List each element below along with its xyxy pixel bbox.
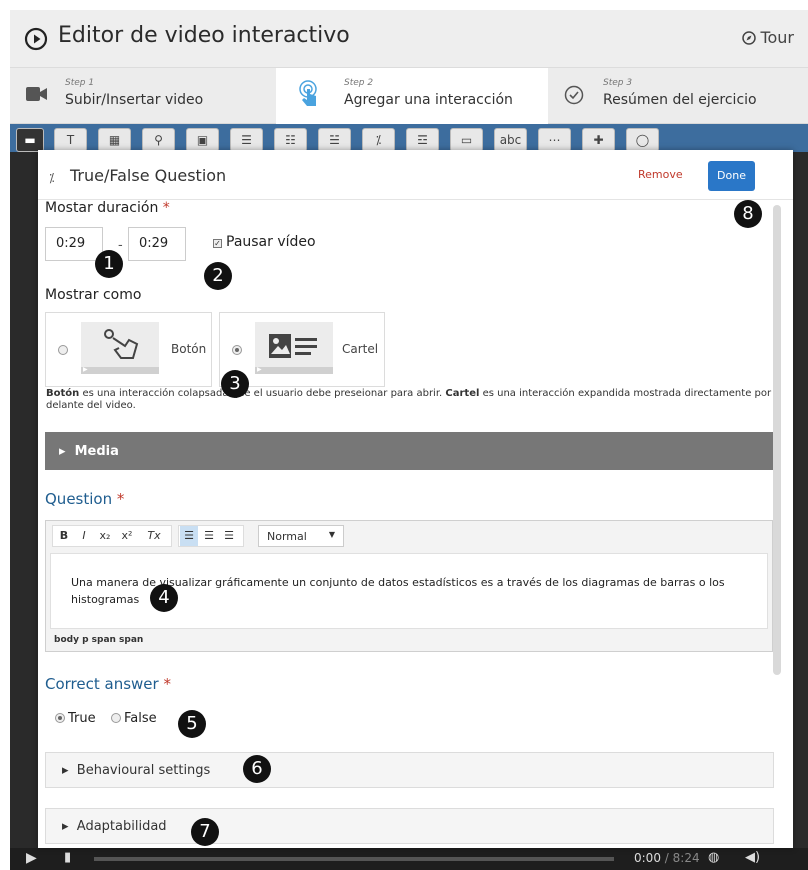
poster-thumbnail	[255, 322, 333, 374]
false-radio[interactable]	[111, 713, 121, 723]
annotation-badge-8: 8	[734, 200, 762, 228]
toolbar-dragdrop-button[interactable]: ▭	[450, 128, 483, 152]
duration-label: Mostar duración *	[45, 200, 170, 216]
dropdown-icon: ▼	[328, 530, 335, 539]
play-icon[interactable]: ▶	[26, 850, 37, 866]
start-time-input[interactable]: 0:29	[45, 227, 103, 261]
display-as-label: Mostrar como	[45, 287, 142, 303]
annotation-badge-3: 3	[221, 370, 249, 398]
editor-toolbar: B I x₂ x² Tx ☰ ☰ ☰ Normal ▼	[46, 521, 772, 551]
interaction-dialog: ⁒ True/False Question Remove Done Mostar…	[38, 150, 793, 848]
correct-answer-label: Correct answer *	[45, 675, 171, 693]
adaptability-toggle[interactable]: ▸ Adaptabilidad	[45, 808, 774, 844]
button-thumbnail	[81, 322, 159, 374]
behavioural-settings-toggle[interactable]: ▸ Behavioural settings	[45, 752, 774, 788]
toolbar-fillblanks-button[interactable]: ☲	[406, 128, 439, 152]
toolbar-multichoice-button[interactable]: ☷	[274, 128, 307, 152]
video-camera-icon	[26, 87, 47, 101]
toolbar-list-button[interactable]: ☰	[230, 128, 263, 152]
button-radio[interactable]	[58, 345, 68, 355]
annotation-badge-2: 2	[204, 262, 232, 290]
bookmark-icon[interactable]: ▮	[64, 850, 71, 865]
toolbar-text-button[interactable]: T	[54, 128, 87, 152]
tour-link[interactable]: Tour	[742, 28, 794, 47]
false-label: False	[124, 711, 157, 726]
video-controls: ▶ ▮ 0:00 / 8:24 ◍ ◀)	[10, 848, 808, 870]
button-option-label: Botón	[171, 342, 207, 356]
app-title: Editor de video interactivo	[58, 23, 350, 48]
align-right-icon[interactable]: ☰	[220, 526, 238, 546]
toolbar-table-button[interactable]: ▦	[98, 128, 131, 152]
subscript-button[interactable]: x₂	[96, 526, 114, 546]
adaptability-label: Adaptabilidad	[76, 819, 167, 834]
palette-icon[interactable]: ◍	[708, 850, 719, 865]
toolbar-crossroads-button[interactable]: ✚	[582, 128, 615, 152]
end-time-input[interactable]: 0:29	[128, 227, 186, 261]
toolbar-marktext-button[interactable]: abc	[494, 128, 527, 152]
poster-option-label: Cartel	[342, 342, 379, 356]
display-description: Botón es una interacción colapsada que e…	[46, 388, 772, 411]
dialog-scrollbar[interactable]	[773, 205, 781, 675]
step-3-summary[interactable]: Step 3 Resúmen del ejercicio	[548, 68, 808, 124]
bold-button[interactable]: B	[56, 526, 72, 546]
step-3-number: Step 3	[603, 78, 633, 88]
superscript-button[interactable]: x²	[118, 526, 136, 546]
seekbar[interactable]	[94, 857, 614, 861]
toolbar-image-button[interactable]: ▣	[186, 128, 219, 152]
done-button[interactable]: Done	[708, 161, 755, 191]
dialog-title: True/False Question	[70, 166, 227, 185]
compass-icon	[742, 31, 757, 45]
step-2-number: Step 2	[344, 78, 374, 88]
toolbar-link-button[interactable]: ⚲	[142, 128, 175, 152]
toolbar-dragtext-button[interactable]: ⋯	[538, 128, 571, 152]
step-2-label: Agregar una interacción	[344, 92, 513, 108]
remove-button[interactable]: Remove	[638, 168, 683, 181]
annotation-badge-1: 1	[95, 250, 123, 278]
editor-element-path: body p span span	[54, 635, 144, 645]
step-3-label: Resúmen del ejercicio	[603, 92, 757, 108]
hand-pointer-icon	[104, 329, 139, 359]
annotation-badge-4: 4	[150, 584, 178, 612]
tour-label: Tour	[760, 28, 794, 47]
media-label: Media	[74, 444, 119, 459]
toolbar-hotspot-button[interactable]: ◯	[626, 128, 659, 152]
truefalse-icon: ⁒	[49, 171, 55, 185]
step-1-label: Subir/Insertar video	[65, 92, 204, 108]
media-section-toggle[interactable]: ▸ Media	[45, 432, 775, 470]
annotation-badge-5: 5	[178, 710, 206, 738]
question-editor: B I x₂ x² Tx ☰ ☰ ☰ Normal ▼ Una manera d…	[45, 520, 773, 652]
check-circle-icon	[564, 85, 584, 105]
annotation-badge-6: 6	[243, 755, 271, 783]
interaction-toolbar: ▬ T ▦ ⚲ ▣ ☰ ☷ ☱ ⁒ ☲ ▭ abc ⋯ ✚ ◯	[10, 124, 808, 152]
play-circle-icon	[24, 27, 48, 51]
app-header: Editor de video interactivo Tour	[10, 10, 808, 68]
poster-icon	[269, 334, 317, 358]
behavioural-settings-label: Behavioural settings	[76, 763, 211, 778]
toolbar-truefalse-button[interactable]: ⁒	[362, 128, 395, 152]
italic-button[interactable]: I	[76, 526, 92, 546]
step-2-add-interaction[interactable]: Step 2 Agregar una interacción	[276, 68, 548, 124]
step-1-number: Step 1	[65, 78, 95, 88]
toolbar-collapse-button[interactable]: ▬	[16, 128, 44, 152]
step-navigation: Step 1 Subir/Insertar video Step 2 Agreg…	[10, 68, 808, 124]
volume-icon[interactable]: ◀)	[745, 850, 760, 865]
question-label: Question *	[45, 490, 125, 508]
touch-icon	[299, 80, 317, 106]
toolbar-singlechoice-button[interactable]: ☱	[318, 128, 351, 152]
pause-video-checkbox[interactable]: ✓	[213, 239, 222, 248]
pause-video-label: Pausar vídeo	[226, 234, 316, 250]
time-separator: -	[118, 238, 123, 253]
dialog-header: ⁒ True/False Question Remove Done	[38, 150, 793, 200]
true-radio[interactable]	[55, 713, 65, 723]
display-option-button[interactable]: Botón	[45, 312, 212, 387]
video-time: 0:00 / 8:24	[634, 851, 700, 865]
format-select[interactable]: Normal ▼	[258, 525, 344, 547]
step-1-upload[interactable]: Step 1 Subir/Insertar video	[10, 68, 276, 124]
clear-format-button[interactable]: Tx	[144, 526, 164, 546]
align-left-icon[interactable]: ☰	[180, 526, 198, 546]
annotation-badge-7: 7	[191, 818, 219, 846]
align-center-icon[interactable]: ☰	[200, 526, 218, 546]
poster-radio[interactable]	[232, 345, 242, 355]
true-label: True	[68, 711, 96, 726]
